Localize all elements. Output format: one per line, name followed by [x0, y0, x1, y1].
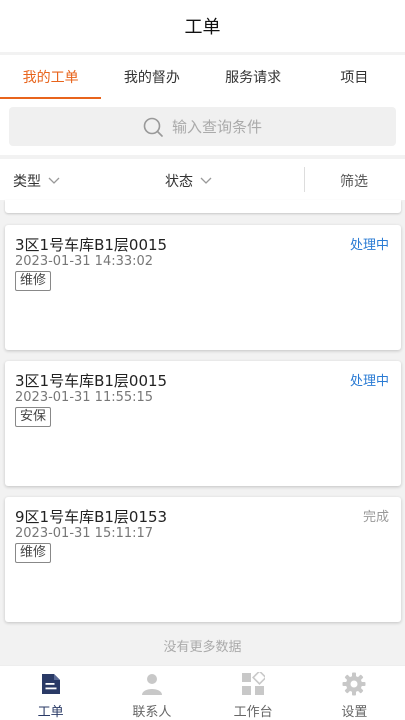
order-time: 2023-01-31 14:33:02	[15, 254, 154, 269]
order-time: 2023-01-31 15:11:17	[15, 526, 154, 541]
order-type-tag: 维修	[15, 543, 52, 563]
filter-status-label: 状态	[165, 174, 193, 190]
divider	[304, 167, 305, 192]
filter-status-dropdown[interactable]: 状态	[165, 171, 212, 191]
status-badge: 完成	[362, 510, 389, 525]
search-bar: 输入查询条件	[0, 99, 405, 155]
tab-service-requests[interactable]: 服务请求	[203, 55, 304, 99]
chevron-down-icon	[200, 177, 212, 184]
order-type-tag: 安保	[15, 407, 52, 427]
tab-my-supervision[interactable]: 我的督办	[101, 55, 202, 99]
tabbar-label: 联系人	[132, 705, 172, 720]
order-title: 3区1号车库B1层0015	[15, 236, 168, 254]
tabbar-item-contacts[interactable]: 联系人	[101, 666, 202, 720]
list-end-text: 没有更多数据	[163, 640, 242, 655]
gear-icon	[342, 672, 366, 696]
tabbar-label: 设置	[341, 705, 368, 720]
filter-type-label: 类型	[13, 174, 41, 190]
app-header: 工单	[0, 0, 405, 52]
tabbar-item-orders[interactable]: 工单	[0, 666, 101, 720]
document-icon	[41, 674, 60, 694]
order-title: 3区1号车库B1层0015	[15, 372, 168, 390]
order-card[interactable]: 3区1号车库B1层0015 处理中 2023-01-31 14:33:02 维修	[5, 225, 401, 350]
tab-label: 我的督办	[123, 70, 180, 86]
bottom-tabbar: 工单 联系人 工作台 设置	[0, 665, 405, 720]
search-placeholder: 输入查询条件	[171, 118, 262, 136]
page-title: 工单	[184, 17, 221, 38]
filter-bar: 类型 状态 筛选	[0, 159, 405, 200]
search-input[interactable]: 输入查询条件	[9, 107, 396, 146]
tab-label: 项目	[340, 70, 369, 86]
tabbar-item-workbench[interactable]: 工作台	[203, 666, 304, 720]
tab-projects[interactable]: 项目	[304, 55, 405, 99]
order-card[interactable]: 9区1号车库B1层0153 完成 2023-01-31 15:11:17 维修	[5, 497, 401, 622]
tabbar-item-settings[interactable]: 设置	[304, 666, 405, 720]
grid-icon	[242, 672, 266, 695]
person-icon	[141, 674, 162, 695]
search-icon	[143, 117, 163, 137]
tab-label: 我的工单	[22, 70, 79, 86]
status-badge: 处理中	[349, 374, 389, 389]
tabbar-label: 工作台	[233, 705, 273, 720]
tab-label: 服务请求	[225, 70, 282, 86]
list-item[interactable]	[5, 200, 401, 213]
top-tabs: 我的工单 我的督办 服务请求 项目	[0, 55, 405, 99]
tab-my-orders[interactable]: 我的工单	[0, 55, 102, 99]
order-type-tag: 维修	[15, 271, 52, 291]
chevron-down-icon	[48, 177, 60, 184]
order-time: 2023-01-31 11:55:15	[15, 390, 154, 405]
order-card[interactable]: 3区1号车库B1层0015 处理中 2023-01-31 11:55:15 安保	[5, 361, 401, 486]
order-title: 9区1号车库B1层0153	[15, 508, 168, 526]
filter-type-dropdown[interactable]: 类型	[13, 171, 60, 191]
tabbar-label: 工单	[37, 705, 64, 720]
filter-button[interactable]: 筛选	[340, 171, 368, 191]
status-badge: 处理中	[349, 238, 389, 253]
